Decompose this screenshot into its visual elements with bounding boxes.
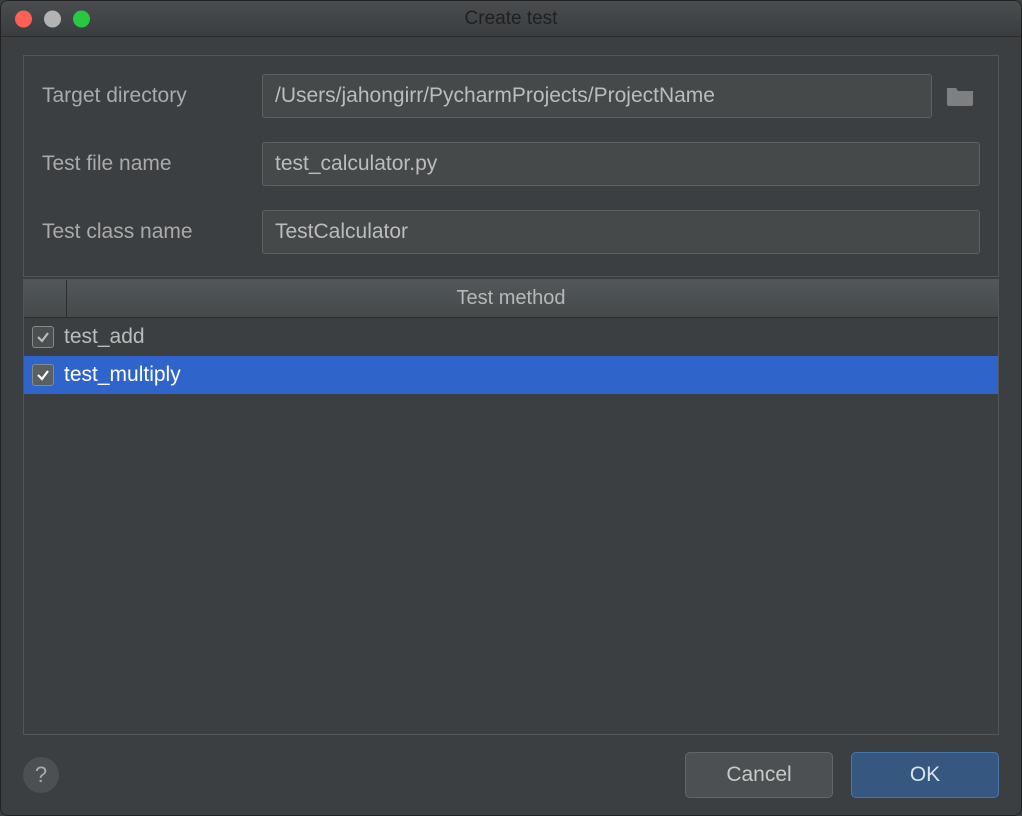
dialog-content: Target directory Test file name Test cla… [1, 37, 1021, 735]
table-row[interactable]: test_multiply [24, 356, 998, 394]
table-header-label: Test method [457, 287, 566, 310]
form-box: Target directory Test file name Test cla… [23, 55, 999, 277]
ok-button[interactable]: OK [851, 752, 999, 798]
minimize-icon[interactable] [44, 10, 61, 27]
maximize-icon[interactable] [73, 10, 90, 27]
check-icon [35, 329, 51, 345]
target-directory-input[interactable] [262, 74, 932, 118]
titlebar: Create test [1, 1, 1021, 37]
ok-label: OK [910, 763, 940, 787]
row-test-class-name: Test class name [42, 210, 980, 254]
row-checkbox[interactable] [32, 326, 54, 348]
cancel-label: Cancel [726, 763, 791, 787]
table-body: test_add test_multiply [24, 318, 998, 734]
method-name: test_multiply [64, 363, 181, 387]
window-title: Create test [1, 8, 1021, 30]
check-icon [35, 367, 51, 383]
folder-open-icon [947, 86, 973, 106]
create-test-dialog: Create test Target directory Test file n… [0, 0, 1022, 816]
row-target-directory: Target directory [42, 74, 980, 118]
close-icon[interactable] [15, 10, 32, 27]
method-name: test_add [64, 325, 145, 349]
row-test-file-name: Test file name [42, 142, 980, 186]
test-file-name-input[interactable] [262, 142, 980, 186]
label-test-class-name: Test class name [42, 220, 262, 244]
dialog-footer: ? Cancel OK [1, 735, 1021, 815]
column-separator [66, 280, 67, 317]
row-checkbox[interactable] [32, 364, 54, 386]
cancel-button[interactable]: Cancel [685, 752, 833, 798]
window-controls [15, 10, 90, 27]
label-test-file-name: Test file name [42, 152, 262, 176]
test-class-name-input[interactable] [262, 210, 980, 254]
browse-button[interactable] [940, 76, 980, 116]
help-button[interactable]: ? [23, 757, 59, 793]
label-target-directory: Target directory [42, 84, 262, 108]
test-methods-table: Test method test_add test_multiply [23, 279, 999, 735]
table-header: Test method [24, 280, 998, 318]
help-icon: ? [35, 762, 47, 788]
table-row[interactable]: test_add [24, 318, 998, 356]
